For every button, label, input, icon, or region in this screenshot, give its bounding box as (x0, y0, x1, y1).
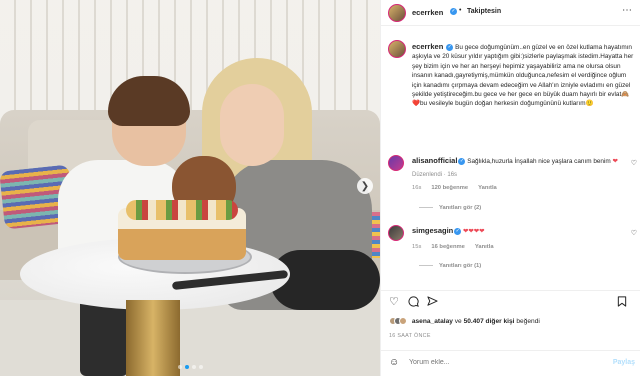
carousel-dot (192, 365, 196, 369)
view-replies-label: Yanıtları gör (1) (439, 263, 482, 269)
more-horizontal-icon[interactable]: ⋯ (622, 5, 633, 16)
comment-icon[interactable] (408, 296, 419, 310)
comment-body: Sağlıkla,huzurla İnşallah nice yaşlara c… (467, 158, 611, 165)
carousel-dots (178, 365, 203, 369)
comment-age: 16s (412, 185, 422, 191)
verified-badge-icon: ✓ (458, 157, 466, 165)
reply-button[interactable]: Yanıtla (475, 244, 494, 250)
post-timestamp[interactable]: 16 SAAT ÖNCE (389, 333, 431, 339)
comment-avatar[interactable] (388, 155, 404, 171)
likes-count[interactable]: 50.407 diğer kişi (464, 318, 515, 325)
comment-likes[interactable]: 16 beğenme (431, 244, 465, 250)
carousel-dot (199, 365, 203, 369)
woman-face (220, 84, 284, 166)
header-username[interactable]: ecerrken (412, 8, 443, 17)
comment-like-icon[interactable]: ♡ (631, 229, 637, 237)
likes-connector: ve (454, 317, 462, 325)
verified-badge-icon: ✓ (446, 43, 454, 51)
likes-text: asena_atalay ve 50.407 diğer kişi beğend… (412, 318, 540, 325)
following-button[interactable]: Takiptesin (467, 8, 501, 15)
action-bar: ♡ (381, 290, 640, 312)
likes-summary: asena_atalay ve 50.407 diğer kişi beğend… (389, 317, 639, 329)
verified-badge-icon: ✓ (450, 8, 457, 15)
caption-meta: Düzenlendi · 16s (412, 172, 457, 178)
meta-dot: · (443, 172, 446, 178)
post-header: ecerrken ✓ • Takiptesin ⋯ (381, 0, 640, 26)
carousel-dot-active (185, 365, 189, 369)
bookmark-icon[interactable] (617, 296, 627, 310)
comment-like-icon[interactable]: ♡ (631, 159, 637, 167)
comment-hearts: ❤❤❤❤ (463, 228, 485, 235)
post-comment-button[interactable]: Paylaş (613, 359, 635, 366)
caption-body: Bu gece doğumgünüm..en güzel ve en özel … (412, 44, 634, 99)
caption-body-end: bu vesileyle bugün doğan herkesin doğumg… (419, 100, 586, 108)
comment-meta: 16s 120 beğenme Yanıtla (412, 185, 497, 191)
comment-age: 15s (412, 244, 422, 250)
reply-button[interactable]: Yanıtla (478, 185, 497, 191)
caption-age[interactable]: 16s (447, 172, 457, 178)
comment-hearts: ❤ (612, 158, 618, 165)
reply-line (419, 264, 433, 266)
comment-avatar[interactable] (388, 225, 404, 241)
carousel-dot (178, 365, 182, 369)
heart-icon[interactable]: ♡ (389, 296, 399, 308)
liker-avatar (399, 317, 407, 325)
reply-line (419, 206, 433, 208)
caption-end-emoji: 🙂 (585, 100, 594, 108)
comment-composer: ☺ Paylaş (381, 350, 640, 376)
table-leg (126, 300, 180, 376)
header-separator: • (459, 7, 462, 14)
comment-username[interactable]: simgesagin (412, 226, 453, 235)
comment-text: simgesagin ✓ ❤❤❤❤ (412, 226, 622, 236)
comment-text: alisanofficial ✓ Sağlıkla,huzurla İnşalla… (412, 156, 622, 166)
likes-suffix: beğendi (516, 317, 540, 325)
smiley-icon[interactable]: ☺ (389, 357, 399, 368)
view-replies-label: Yanıtları gör (2) (439, 205, 482, 211)
cake-fruit-topping (126, 200, 238, 220)
post-photo[interactable]: ❯ (0, 0, 380, 376)
liked-by-username[interactable]: asena_atalay (412, 318, 453, 325)
chevron-right-icon[interactable]: ❯ (357, 178, 373, 194)
caption-text: ecerrken ✓ Bu gece doğumgünüm..en güzel v… (412, 42, 634, 109)
view-replies-button[interactable]: Yanıtları gör (1) (419, 263, 481, 269)
comment-meta: 15s 16 beğenme Yanıtla (412, 244, 494, 250)
view-replies-button[interactable]: Yanıtları gör (2) (419, 205, 481, 211)
avatar[interactable] (388, 4, 406, 22)
comment-likes[interactable]: 120 beğenme (431, 185, 468, 191)
verified-badge-icon: ✓ (454, 227, 462, 235)
comment-input[interactable] (409, 359, 589, 366)
caption-username[interactable]: ecerrken (412, 42, 443, 51)
caption-avatar[interactable] (388, 40, 406, 58)
post-sidebar: ecerrken ✓ • Takiptesin ⋯ ecerrken ✓ Bu g… (380, 0, 640, 376)
share-icon[interactable] (427, 296, 438, 310)
edited-label: Düzenlendi (412, 172, 443, 178)
comment-username[interactable]: alisanofficial (412, 156, 457, 165)
